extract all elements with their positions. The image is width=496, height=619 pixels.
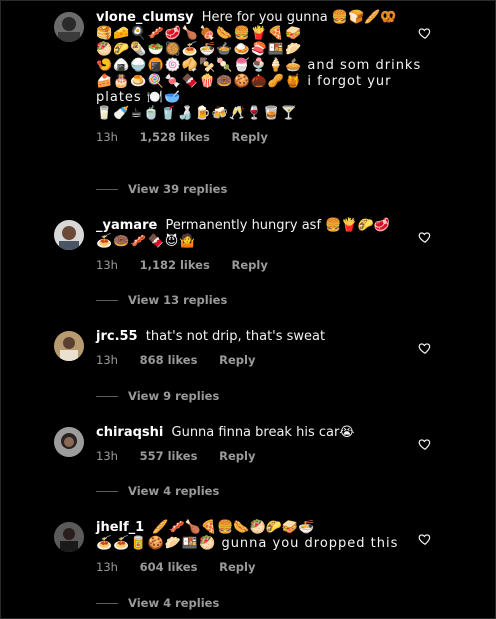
timestamp: 13h xyxy=(96,353,118,367)
heart-icon[interactable] xyxy=(418,26,432,40)
username-link[interactable]: jrc.55 xyxy=(96,329,138,344)
comment-line: Here for you gunna 🍔🍞🥖🥨 xyxy=(201,10,397,25)
heart-icon[interactable] xyxy=(418,532,432,546)
view-replies[interactable]: View 9 replies xyxy=(96,389,219,403)
view-replies[interactable]: View 4 replies xyxy=(96,596,219,610)
view-replies-label[interactable]: View 13 replies xyxy=(128,293,227,307)
reply-button[interactable]: Reply xyxy=(219,449,255,463)
comment-body: vlone_clumsy Here for you gunna 🍔🍞🥖🥨 🥞🧀🍳… xyxy=(96,10,436,144)
view-replies[interactable]: View 4 replies xyxy=(96,484,219,498)
comment-line: 🍤🍙🍚🍘🍥🥠🍢🍡🍧🍨🍦🥧 and som drinks xyxy=(96,58,422,73)
comment-line: 🥞🧀🍳🥓🥩🍗🍖🌭🍔🍟🍕🥪 xyxy=(96,26,303,41)
view-replies[interactable]: View 13 replies xyxy=(96,293,227,307)
comment-line: 🍝🍩🥓🍫😈🤷 xyxy=(96,234,197,249)
avatar-photo-icon xyxy=(54,331,84,361)
view-replies-label[interactable]: View 4 replies xyxy=(128,484,219,498)
comment-text: chiraqshi Gunna finna break his car😭 xyxy=(96,425,436,441)
view-replies-label[interactable]: View 4 replies xyxy=(128,596,219,610)
comment-body: jrc.55 that's not drip, that's sweat 13h… xyxy=(96,329,436,367)
reply-button[interactable]: Reply xyxy=(231,130,267,144)
comment-line: that's not drip, that's sweat xyxy=(145,329,326,344)
likes-count[interactable]: 604 likes xyxy=(140,560,198,574)
avatar[interactable] xyxy=(54,427,84,457)
comment-line: 🍰🎂🍮🍭🍬🍫🍿🍩🍪🌰🥜🍯 i forgot yur plates 🍽️🥣 xyxy=(96,74,392,105)
comment-line: Permanently hungry asf 🍔🍟🌮🥩 xyxy=(165,218,390,233)
timestamp: 13h xyxy=(96,258,118,272)
reply-button[interactable]: Reply xyxy=(231,258,267,272)
heart-icon[interactable] xyxy=(418,341,432,355)
comment-text: jhelf_1 🥖🥓🍗🍕🍔🌭🥙🌮🥪🍜 xyxy=(96,520,436,536)
comment-line: Gunna finna break his car😭 xyxy=(171,425,355,440)
comment-text: vlone_clumsy Here for you gunna 🍔🍞🥖🥨 xyxy=(96,10,436,26)
divider xyxy=(96,395,118,397)
reply-button[interactable]: Reply xyxy=(219,560,255,574)
comment-meta: 13h 1,528 likes Reply xyxy=(96,130,436,144)
divider xyxy=(96,490,118,492)
timestamp: 13h xyxy=(96,560,118,574)
avatar[interactable] xyxy=(54,522,84,552)
likes-count[interactable]: 1,528 likes xyxy=(140,130,210,144)
comment-meta: 13h 1,182 likes Reply xyxy=(96,258,436,272)
avatar-photo-icon xyxy=(54,427,84,457)
comment-meta: 13h 868 likes Reply xyxy=(96,353,436,367)
timestamp: 13h xyxy=(96,449,118,463)
heart-icon[interactable] xyxy=(418,437,432,451)
comment-line: 🥖🥓🍗🍕🍔🌭🥙🌮🥪🍜 xyxy=(152,520,315,535)
comment-line: 🍝🍝🥫🍪🥟🍱🥙 gunna you dropped this xyxy=(96,536,399,551)
avatar-photo-icon xyxy=(54,522,84,552)
username-link[interactable]: chiraqshi xyxy=(96,425,163,440)
divider xyxy=(96,188,118,190)
likes-count[interactable]: 1,182 likes xyxy=(140,258,210,272)
view-replies[interactable]: View 39 replies xyxy=(96,182,227,196)
comment-meta: 13h 604 likes Reply xyxy=(96,560,436,574)
comment-body: _yamare Permanently hungry asf 🍔🍟🌮🥩 🍝🍩🥓🍫… xyxy=(96,218,436,272)
comment-meta: 13h 557 likes Reply xyxy=(96,449,436,463)
comment-text: jrc.55 that's not drip, that's sweat xyxy=(96,329,436,345)
view-replies-label[interactable]: View 39 replies xyxy=(128,182,227,196)
likes-count[interactable]: 557 likes xyxy=(140,449,198,463)
timestamp: 13h xyxy=(96,130,118,144)
comment-text: _yamare Permanently hungry asf 🍔🍟🌮🥩 xyxy=(96,218,436,234)
username-link[interactable]: _yamare xyxy=(96,218,157,233)
comment-line: 🥙🌮🌯🥗🥘🍝🍜🍲🍛🍣🍱🥟 xyxy=(96,42,303,57)
divider xyxy=(96,602,118,604)
comment-body: chiraqshi Gunna finna break his car😭 13h… xyxy=(96,425,436,463)
comment-body: jhelf_1 🥖🥓🍗🍕🍔🌭🥙🌮🥪🍜 🍝🍝🥫🍪🥟🍱🥙 gunna you dro… xyxy=(96,520,436,574)
avatar[interactable] xyxy=(54,220,84,250)
avatar[interactable] xyxy=(54,331,84,361)
comment-line: 🥛🍼☕🍵🥤🍶🍺🍻🥂🍷🥃🍸 xyxy=(96,106,298,121)
avatar-photo-icon xyxy=(54,220,84,250)
avatar-photo-icon xyxy=(54,12,84,42)
likes-count[interactable]: 868 likes xyxy=(140,353,198,367)
avatar[interactable] xyxy=(54,12,84,42)
divider xyxy=(96,299,118,301)
username-link[interactable]: jhelf_1 xyxy=(96,520,144,535)
view-replies-label[interactable]: View 9 replies xyxy=(128,389,219,403)
reply-button[interactable]: Reply xyxy=(219,353,255,367)
username-link[interactable]: vlone_clumsy xyxy=(96,10,194,25)
heart-icon[interactable] xyxy=(418,230,432,244)
